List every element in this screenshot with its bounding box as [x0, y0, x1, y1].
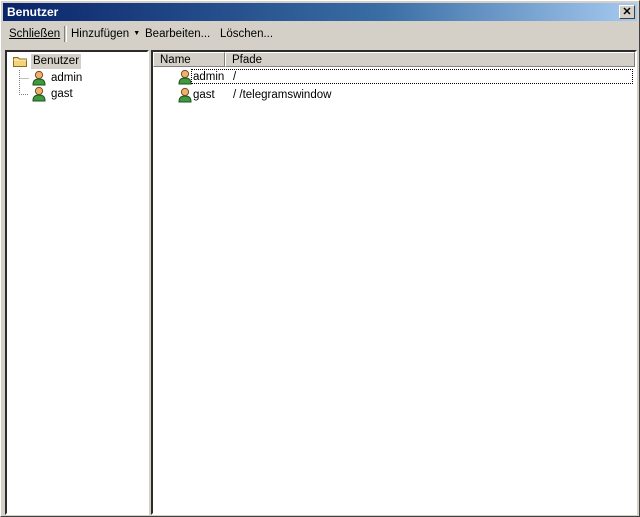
user-icon	[32, 86, 46, 102]
close-button[interactable]: Schließen	[9, 26, 60, 42]
window-title: Benutzer	[7, 5, 59, 19]
column-header-paths[interactable]: Pfade	[225, 52, 635, 67]
users-window: Benutzer ✕ Schließen Hinzufügen ▼ Bearbei…	[0, 0, 640, 517]
tree-root-label: Benutzer	[31, 54, 82, 69]
list-header: Name Pfade	[153, 52, 635, 67]
column-header-name[interactable]: Name	[153, 52, 225, 67]
title-bar[interactable]: Benutzer ✕	[3, 3, 637, 21]
toolbar: Schließen Hinzufügen ▼ Bearbeiten... Lösc…	[3, 23, 637, 45]
cell-name: gast	[193, 89, 215, 101]
delete-button[interactable]: Löschen...	[220, 26, 273, 42]
list-row-gast[interactable]: gast / /telegramswindow	[153, 87, 635, 103]
toolbar-separator	[64, 26, 67, 42]
cell-name: admin	[193, 71, 225, 83]
add-button[interactable]: Hinzufügen ▼	[71, 26, 140, 42]
user-list[interactable]: Name Pfade admin / gast / /telegramswind…	[151, 50, 637, 515]
list-row-admin[interactable]: admin /	[153, 69, 635, 85]
edit-button[interactable]: Bearbeiten...	[145, 26, 210, 42]
tree-item-label: admin	[51, 72, 83, 84]
cell-paths: / /telegramswindow	[233, 89, 332, 101]
folder-icon	[13, 57, 27, 67]
focus-rectangle	[191, 69, 633, 84]
close-window-button[interactable]: ✕	[619, 5, 635, 19]
dropdown-arrow-icon[interactable]: ▼	[133, 30, 140, 37]
tree-item-label: gast	[51, 88, 73, 100]
user-icon	[32, 70, 46, 86]
add-button-label: Hinzufügen	[71, 28, 130, 40]
cell-paths: /	[233, 71, 237, 83]
close-icon: ✕	[622, 6, 632, 18]
user-icon	[178, 87, 192, 103]
user-tree[interactable]: Benutzer admin gast	[5, 50, 149, 515]
